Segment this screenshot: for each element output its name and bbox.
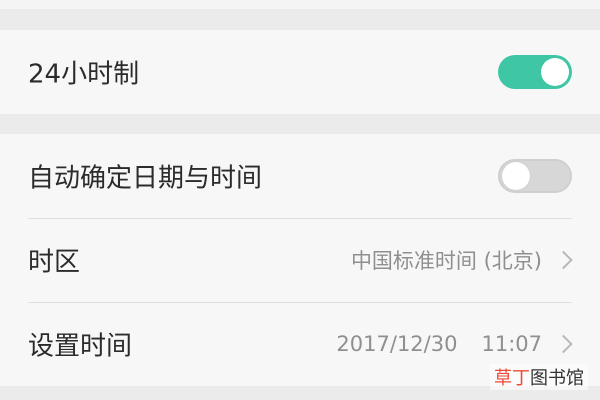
chevron-right-icon bbox=[554, 334, 573, 354]
watermark: 草丁图书馆 bbox=[490, 364, 588, 390]
toggle-knob bbox=[502, 162, 530, 190]
settings-group-datetime: 自动确定日期与时间 时区 中国标准时间 (北京) 设置时间 2017/12/30… bbox=[0, 134, 600, 386]
top-strip bbox=[0, 0, 600, 9]
timezone-value: 中国标准时间 (北京) bbox=[350, 249, 542, 273]
setting-label-set-time: 设置时间 bbox=[28, 331, 133, 362]
watermark-part-2: 图书馆 bbox=[530, 368, 584, 389]
set-time-value: 2017/12/30 11:07 bbox=[336, 332, 542, 356]
setting-label-timezone: 时区 bbox=[28, 247, 81, 278]
section-gap bbox=[0, 9, 600, 30]
chevron-right-icon bbox=[554, 250, 573, 270]
setting-label-auto-datetime: 自动确定日期与时间 bbox=[28, 163, 263, 194]
setting-row-timezone[interactable]: 时区 中国标准时间 (北京) bbox=[0, 218, 600, 302]
date-value: 2017/12/30 bbox=[336, 332, 458, 356]
setting-label-24-hour: 24小时制 bbox=[28, 59, 140, 90]
time-value: 11:07 bbox=[481, 332, 542, 356]
setting-row-24-hour[interactable]: 24小时制 bbox=[0, 30, 600, 114]
toggle-auto-datetime[interactable] bbox=[498, 159, 572, 193]
toggle-knob bbox=[541, 58, 569, 86]
watermark-part-1: 草丁 bbox=[494, 368, 530, 389]
toggle-24-hour[interactable] bbox=[498, 55, 572, 89]
settings-group-24h: 24小时制 bbox=[0, 30, 600, 114]
setting-row-auto-datetime[interactable]: 自动确定日期与时间 bbox=[0, 134, 600, 218]
